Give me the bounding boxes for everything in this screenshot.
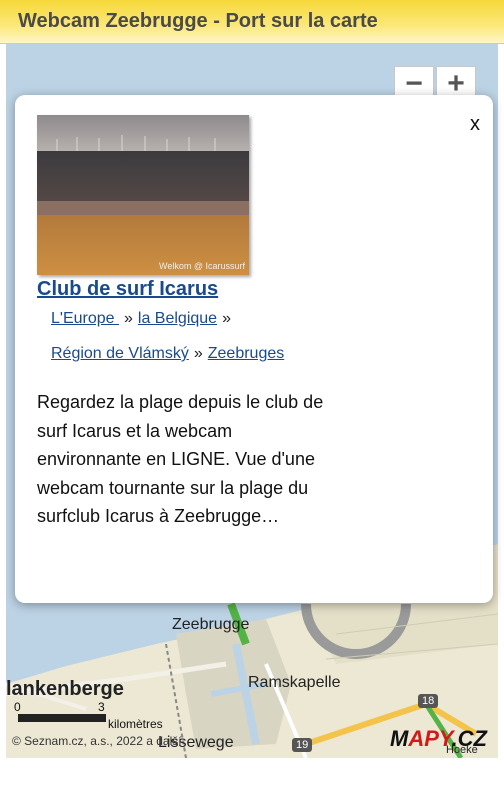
scale-three: 3	[98, 700, 105, 714]
breadcrumb-europe-link[interactable]: L'Europe	[51, 310, 119, 327]
scale-zero: 0	[14, 700, 21, 714]
breadcrumb-belgium-link[interactable]: la Belgique	[138, 310, 217, 327]
thumbnail-caption: Welkom @ Icarussurf	[159, 261, 245, 271]
page-title: Webcam Zeebrugge - Port sur la carte	[18, 10, 378, 32]
breadcrumb-city-link[interactable]: Zeebruges	[208, 345, 285, 362]
breadcrumb-row-2: Région de Vlámský» Zeebruges	[51, 345, 284, 363]
webcam-popup: x Welkom @ Icarussurf Club de surf Icaru…	[15, 95, 493, 603]
webcam-description: Regardez la plage depuis le club de surf…	[37, 392, 324, 526]
map-label-blankenberge: lankenberge	[6, 678, 124, 700]
road-badge-19: 19	[292, 738, 313, 752]
webcam-title-link[interactable]: Club de surf Icarus	[37, 278, 218, 301]
header-bar: Webcam Zeebrugge - Port sur la carte	[0, 0, 504, 44]
map-label-ramskapelle: Ramskapelle	[248, 674, 341, 691]
logo-prefix: M	[390, 726, 409, 751]
breadcrumb-separator: »	[124, 310, 133, 327]
map-copyright: © Seznam.cz, a.s., 2022 a další	[12, 734, 182, 748]
map-label-zeebrugge: Zeebrugge	[172, 616, 250, 633]
webcam-thumbnail[interactable]: Welkom @ Icarussurf	[37, 115, 249, 275]
road-badge-18: 18	[418, 694, 439, 708]
breadcrumb: L'Europe » la Belgique »	[51, 310, 236, 328]
scale-unit: kilomètres	[108, 717, 163, 731]
logo-suffix: .CZ	[451, 726, 487, 751]
mapy-cz-logo[interactable]: MAPY.CZ	[390, 726, 487, 752]
breadcrumb-region-link[interactable]: Région de Vlámský	[51, 345, 189, 362]
logo-mid: APY	[408, 726, 452, 751]
breadcrumb-separator: »	[222, 310, 231, 327]
close-button[interactable]: x	[470, 113, 480, 136]
breadcrumb-separator: »	[193, 345, 203, 362]
